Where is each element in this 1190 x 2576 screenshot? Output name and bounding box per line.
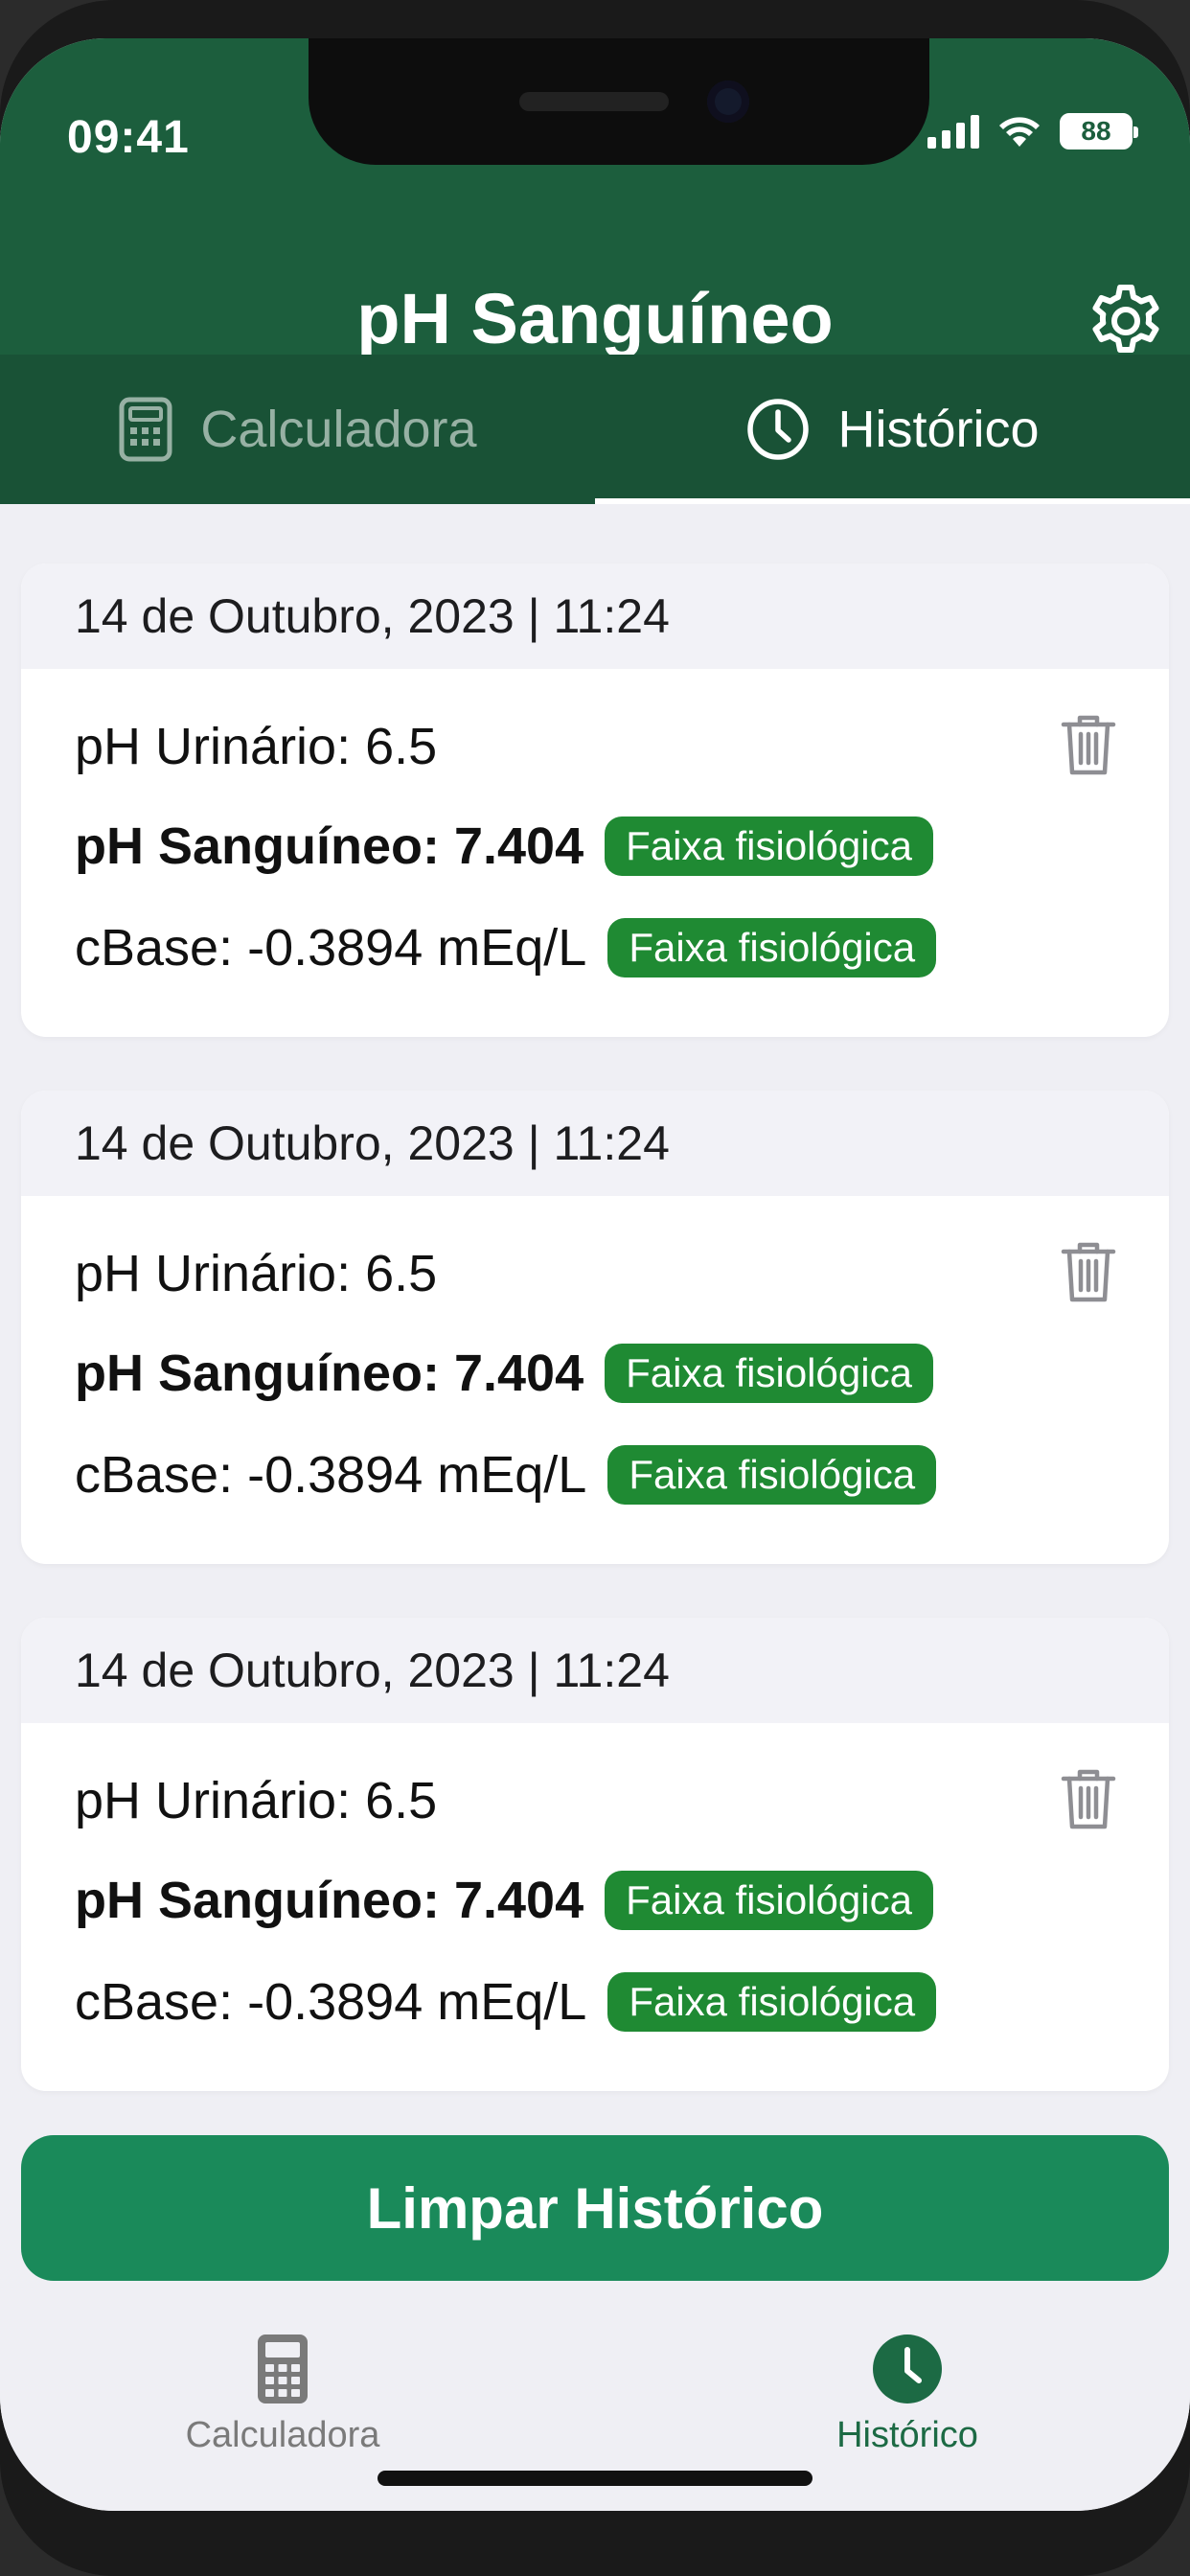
trash-icon[interactable] (1060, 1238, 1117, 1305)
history-card: 14 de Outubro, 2023 | 11:24 pH Urinário:… (21, 564, 1169, 1037)
cbase-value: cBase: -0.3894 mEq/L (75, 1446, 587, 1504)
history-datetime: 14 de Outubro, 2023 | 11:24 (21, 564, 1169, 669)
battery-icon: 88 (1060, 113, 1138, 150)
status-badge: Faixa fisiológica (605, 816, 933, 876)
history-card-body: pH Urinário: 6.5 pH Sanguíneo: 7.404 Fai… (21, 669, 1169, 1037)
status-badge: Faixa fisiológica (605, 1344, 933, 1403)
segmented-tabs: Calculadora Histórico (0, 355, 1190, 504)
urinary-ph-value: pH Urinário: 6.5 (75, 1245, 438, 1302)
clock-icon (747, 399, 810, 460)
cbase-value: cBase: -0.3894 mEq/L (75, 1973, 587, 2031)
tab-historico[interactable]: Histórico (595, 355, 1190, 504)
blood-ph-value: pH Sanguíneo: 7.404 (75, 817, 584, 875)
urinary-ph-row: pH Urinário: 6.5 (75, 1771, 437, 1830)
home-indicator (378, 2471, 812, 2486)
tabbar-label-historico: Histórico (836, 2415, 978, 2455)
urinary-ph-row: pH Urinário: 6.5 (75, 717, 437, 776)
status-icons: 88 (927, 113, 1138, 150)
history-list: 14 de Outubro, 2023 | 11:24 pH Urinário:… (21, 564, 1169, 2145)
battery-level: 88 (1081, 116, 1111, 146)
page-title: pH Sanguíneo (356, 279, 834, 358)
cbase-row: cBase: -0.3894 mEq/L Faixa fisiológica (75, 918, 937, 978)
history-datetime: 14 de Outubro, 2023 | 11:24 (21, 1618, 1169, 1723)
blood-ph-value: pH Sanguíneo: 7.404 (75, 1872, 584, 1929)
speaker (519, 92, 669, 111)
cbase-row: cBase: -0.3894 mEq/L Faixa fisiológica (75, 1445, 937, 1505)
tabbar-item-calculadora[interactable]: Calculadora (139, 2333, 426, 2456)
blood-ph-row: pH Sanguíneo: 7.404 Faixa fisiológica (75, 816, 933, 876)
urinary-ph-row: pH Urinário: 6.5 (75, 1244, 437, 1303)
history-card: 14 de Outubro, 2023 | 11:24 pH Urinário:… (21, 1091, 1169, 1564)
calculator-icon (258, 2334, 308, 2404)
history-datetime: 14 de Outubro, 2023 | 11:24 (21, 1091, 1169, 1196)
tabbar-item-historico[interactable]: Histórico (764, 2333, 1051, 2456)
gear-icon[interactable] (1085, 280, 1167, 362)
status-badge: Faixa fisiológica (607, 1445, 937, 1505)
wifi-icon (999, 117, 1040, 147)
front-camera (707, 80, 749, 123)
status-time: 09:41 (67, 112, 190, 163)
status-badge: Faixa fisiológica (607, 918, 937, 978)
status-badge: Faixa fisiológica (605, 1871, 933, 1930)
blood-ph-value: pH Sanguíneo: 7.404 (75, 1345, 584, 1402)
bottom-tab-bar: Calculadora Histórico (0, 2312, 1190, 2511)
cbase-value: cBase: -0.3894 mEq/L (75, 919, 587, 977)
trash-icon[interactable] (1060, 1765, 1117, 1832)
trash-icon[interactable] (1060, 711, 1117, 778)
clock-icon (873, 2334, 942, 2404)
cellular-signal-icon (927, 114, 979, 149)
phone-frame: 09:41 88 pH Sanguíneo Calculadora Histór… (0, 0, 1190, 2576)
tab-calculadora-label: Calculadora (200, 401, 477, 458)
tabbar-label-calculadora: Calculadora (185, 2415, 380, 2455)
blood-ph-row: pH Sanguíneo: 7.404 Faixa fisiológica (75, 1871, 933, 1930)
history-card: 14 de Outubro, 2023 | 11:24 pH Urinário:… (21, 1618, 1169, 2091)
urinary-ph-value: pH Urinário: 6.5 (75, 1772, 438, 1829)
screen: 09:41 88 pH Sanguíneo Calculadora Histór… (0, 38, 1190, 2511)
status-badge: Faixa fisiológica (607, 1972, 937, 2032)
app-header: 09:41 88 pH Sanguíneo (0, 38, 1190, 358)
calculator-icon (119, 397, 172, 462)
clear-history-button[interactable]: Limpar Histórico (21, 2135, 1169, 2281)
tab-historico-label: Histórico (837, 401, 1040, 458)
cbase-row: cBase: -0.3894 mEq/L Faixa fisiológica (75, 1972, 937, 2032)
tab-calculadora[interactable]: Calculadora (0, 355, 595, 504)
history-card-body: pH Urinário: 6.5 pH Sanguíneo: 7.404 Fai… (21, 1723, 1169, 2091)
urinary-ph-value: pH Urinário: 6.5 (75, 718, 438, 775)
history-card-body: pH Urinário: 6.5 pH Sanguíneo: 7.404 Fai… (21, 1196, 1169, 1564)
notch (309, 38, 929, 165)
blood-ph-row: pH Sanguíneo: 7.404 Faixa fisiológica (75, 1344, 933, 1403)
